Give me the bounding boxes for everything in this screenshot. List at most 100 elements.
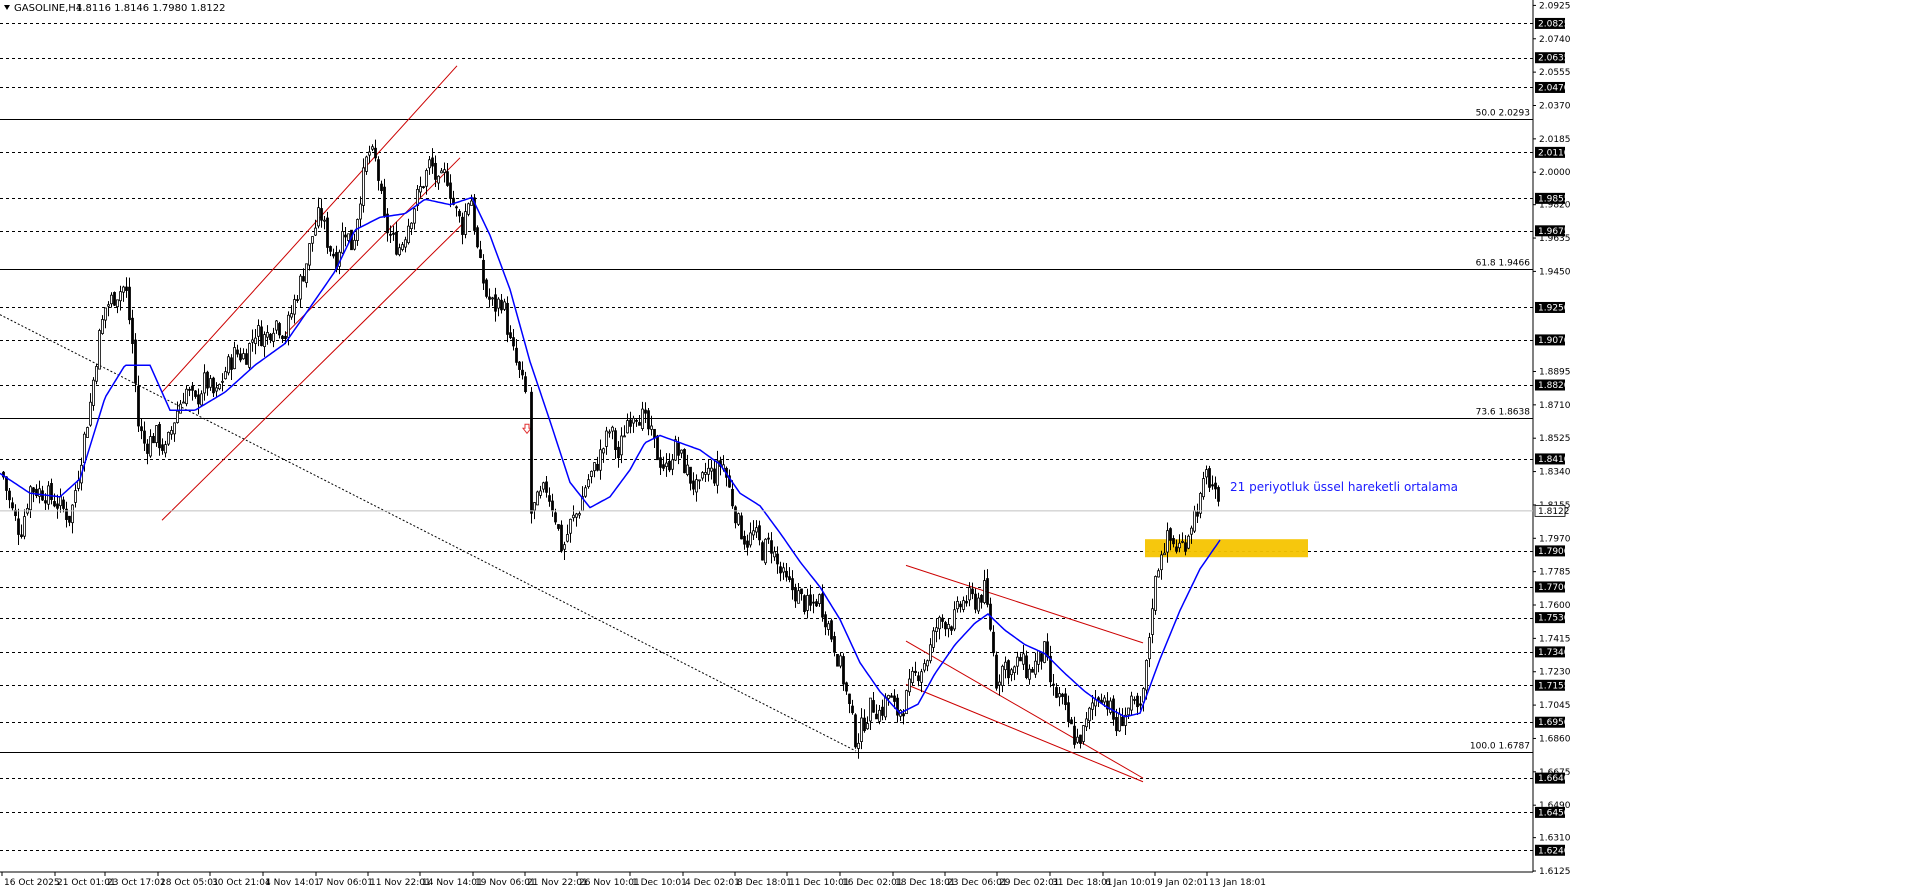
candle-body [224, 371, 227, 380]
candle-body [767, 537, 770, 540]
candle-body [1148, 637, 1151, 660]
candle-body [614, 430, 617, 451]
candle-body [1181, 540, 1184, 543]
candle-body [872, 700, 875, 713]
candle-body [1061, 693, 1064, 697]
candle-body [398, 247, 401, 256]
candle-body [944, 622, 947, 630]
candle [740, 512, 743, 540]
candle-body [86, 427, 89, 438]
candle-body [632, 417, 635, 424]
level-label: 1.6640 [1538, 774, 1570, 784]
candle-body [20, 534, 23, 537]
chart-container[interactable]: 50.0 2.0293 61.8 1.9466 73.6 1.8638 100.0 1… [0, 0, 1916, 888]
time-tick-label: 9 Jan 02:01 [1157, 878, 1208, 888]
support-zone-box[interactable] [1145, 539, 1308, 558]
fib-label: 73.6 1.8638 [1476, 408, 1531, 418]
candle [761, 540, 764, 561]
candle-body [1115, 716, 1118, 732]
candle-body [1007, 660, 1010, 679]
candle-body [287, 314, 290, 338]
candle-body [464, 211, 467, 235]
candle-body [278, 323, 281, 336]
candle-body [878, 709, 881, 722]
candle-body [1187, 535, 1190, 549]
candle-body [518, 361, 521, 370]
time-tick-label: 14 Nov 14:01 [422, 878, 483, 888]
candle-body [1217, 487, 1220, 502]
candle-body [314, 227, 317, 236]
candle-body [926, 660, 929, 667]
candle-body [644, 409, 647, 414]
ema-annotation: 21 periyotluk üssel hareketli ortalama [1230, 480, 1458, 494]
candle-body [1070, 719, 1073, 725]
price-chart[interactable]: 50.0 2.0293 61.8 1.9466 73.6 1.8638 100.0 1… [0, 0, 1916, 888]
candle-body [110, 294, 113, 305]
candle-body [188, 388, 191, 391]
candle-body [332, 253, 335, 257]
candle [248, 342, 251, 371]
candle-body [1109, 700, 1112, 713]
candle-body [170, 430, 173, 435]
candle-body [299, 275, 302, 300]
candle-body [578, 513, 581, 516]
level-label: 1.7900 [1538, 547, 1570, 557]
candle [854, 713, 857, 749]
candle [737, 512, 740, 527]
candle-body [485, 279, 488, 297]
candle-body [302, 276, 305, 282]
time-tick-label: 28 Oct 05:01 [160, 878, 219, 888]
time-tick-label: 31 Dec 18:01 [1052, 878, 1113, 888]
candle-body [818, 594, 821, 604]
candle-body [893, 695, 896, 702]
time-tick-label: 26 Nov 10:01 [579, 878, 640, 888]
candle-body [479, 249, 482, 258]
candle-body [920, 671, 923, 683]
candle-body [959, 603, 962, 608]
candle-body [761, 542, 764, 561]
candle-body [812, 601, 815, 604]
candle-body [743, 535, 746, 545]
fib-label: 50.0 2.0293 [1476, 109, 1530, 119]
candle-body [659, 457, 662, 468]
candle-body [932, 630, 935, 648]
candle [92, 377, 95, 411]
level-label: 1.9070 [1538, 336, 1570, 346]
candle-body [890, 695, 893, 698]
candle-body [305, 263, 308, 284]
candle-body [107, 304, 110, 307]
candle-body [488, 296, 491, 300]
candle-body [623, 435, 626, 438]
candle [485, 278, 488, 299]
price-tick-label: 2.0555 [1539, 68, 1571, 78]
candle-body [239, 353, 242, 361]
candle-body [503, 301, 506, 310]
candle-body [1004, 661, 1007, 671]
candle-body [23, 516, 26, 537]
fib-label: 61.8 1.9466 [1476, 259, 1531, 269]
candle-body [764, 538, 767, 564]
candle-body [1166, 530, 1169, 553]
candle-body [917, 675, 920, 682]
candle-body [1013, 666, 1016, 674]
candle [530, 387, 533, 524]
candle-body [554, 512, 557, 523]
candle-body [359, 203, 362, 220]
level-label: 1.6450 [1538, 808, 1570, 818]
candle-body [587, 479, 590, 488]
candle-body [947, 623, 950, 630]
candle-body [497, 298, 500, 309]
candle-body [848, 693, 851, 704]
candle-body [1025, 655, 1028, 679]
candle-body [1160, 554, 1163, 571]
candle-body [512, 337, 515, 347]
candle-body [410, 222, 413, 230]
level-label: 1.9250 [1538, 303, 1570, 313]
candle-body [1043, 641, 1046, 663]
time-tick-label: 8 Dec 18:01 [737, 878, 792, 888]
candle-body [734, 506, 737, 524]
candle [86, 426, 89, 438]
candle-body [1064, 693, 1067, 705]
candle-body [731, 488, 734, 507]
candle-body [593, 462, 596, 472]
